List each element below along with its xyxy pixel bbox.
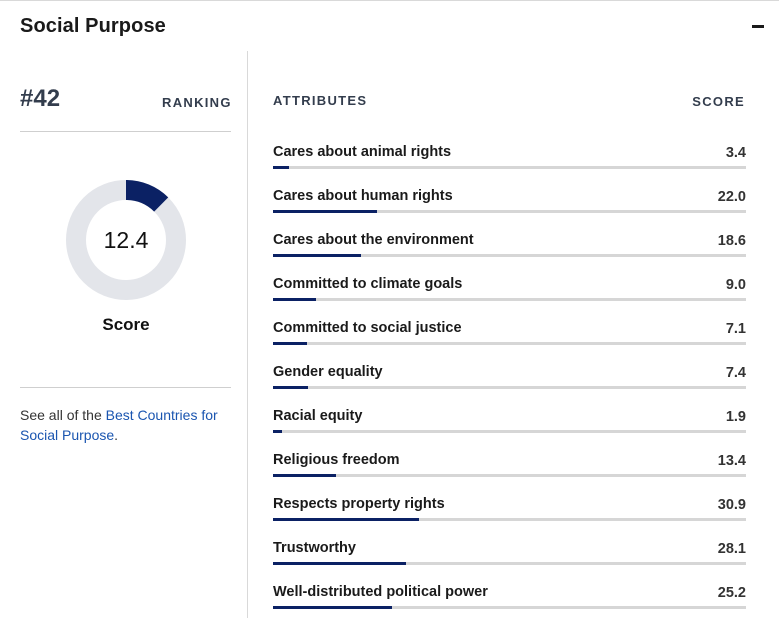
score-bar-fill: [273, 298, 316, 301]
attribute-list: Cares about animal rights 3.4 Cares about …: [273, 142, 746, 626]
score-bar-fill: [273, 562, 406, 565]
attribute-score: 22.0: [717, 189, 746, 205]
attribute-row: Trustworthy 28.1: [273, 538, 746, 582]
attribute-score: 7.4: [725, 365, 746, 381]
score-bar-track: [273, 386, 746, 389]
attribute-label: Well-distributed political power: [273, 584, 488, 600]
attribute-score: 7.1: [725, 321, 746, 337]
collapse-button[interactable]: [752, 24, 766, 28]
attribute-row: Cares about human rights 22.0: [273, 186, 746, 230]
see-all-suffix: .: [114, 427, 119, 443]
attribute-row: Committed to social justice 7.1: [273, 318, 746, 362]
attribute-label: Committed to climate goals: [273, 276, 463, 292]
attribute-row: Gender equality 7.4: [273, 362, 746, 406]
attribute-score: 18.6: [717, 233, 746, 249]
attribute-row: Cares about the environment 18.6: [273, 230, 746, 274]
minus-icon: [752, 25, 764, 28]
score-bar-track: [273, 166, 746, 169]
score-bar-track: [273, 606, 746, 609]
attribute-label: Cares about the environment: [273, 232, 474, 248]
attribute-row: Cares about animal rights 3.4: [273, 142, 746, 186]
score-bar-track: [273, 518, 746, 521]
attributes-header: ATTRIBUTES: [273, 93, 368, 108]
attribute-row: Committed to climate goals 9.0: [273, 274, 746, 318]
divider: [20, 131, 231, 132]
attribute-label: Cares about human rights: [273, 188, 453, 204]
social-purpose-panel: Social Purpose #42 RANKING 12.4 Score Se…: [0, 0, 779, 618]
score-bar-track: [273, 562, 746, 565]
attribute-label: Racial equity: [273, 408, 363, 424]
score-bar-track: [273, 342, 746, 345]
score-header: SCORE: [692, 94, 745, 109]
attribute-row: Racial equity 1.9: [273, 406, 746, 450]
attribute-row: Well-distributed political power 25.2: [273, 582, 746, 626]
attribute-score: 28.1: [717, 541, 746, 557]
score-bar-track: [273, 210, 746, 213]
score-bar-fill: [273, 254, 361, 257]
attribute-score: 3.4: [725, 145, 746, 161]
score-bar-track: [273, 430, 746, 433]
see-all-prefix: See all of the: [20, 407, 106, 423]
score-bar-fill: [273, 518, 420, 521]
score-bar-fill: [273, 474, 337, 477]
attribute-label: Committed to social justice: [273, 320, 462, 336]
attribute-score: 9.0: [725, 277, 746, 293]
ranking-label: RANKING: [162, 95, 232, 110]
attribute-score: 30.9: [717, 497, 746, 513]
score-bar-track: [273, 474, 746, 477]
score-bar-fill: [273, 430, 282, 433]
score-value: 12.4: [103, 227, 149, 253]
attribute-row: Respects property rights 30.9: [273, 494, 746, 538]
score-caption: Score: [102, 315, 150, 334]
attribute-row: Religious freedom 13.4: [273, 450, 746, 494]
divider: [20, 387, 231, 388]
attribute-label: Gender equality: [273, 364, 383, 380]
score-bar-fill: [273, 210, 378, 213]
section-title: Social Purpose: [20, 15, 166, 37]
attribute-label: Religious freedom: [273, 452, 400, 468]
attribute-score: 25.2: [717, 585, 746, 601]
see-all-text: See all of the Best Countries for Social…: [20, 405, 235, 445]
score-bar-fill: [273, 166, 290, 169]
column-divider: [247, 51, 248, 618]
score-bar-track: [273, 254, 746, 257]
ranking-value: #42: [20, 85, 61, 112]
score-bar-fill: [273, 386, 308, 389]
attribute-label: Respects property rights: [273, 496, 445, 512]
score-bar-fill: [273, 342, 307, 345]
panel-header[interactable]: Social Purpose: [0, 1, 779, 51]
attribute-label: Cares about animal rights: [273, 144, 452, 160]
score-bar-track: [273, 298, 746, 301]
score-bar-fill: [273, 606, 393, 609]
attribute-score: 13.4: [717, 453, 746, 469]
attribute-label: Trustworthy: [273, 540, 356, 556]
attribute-score: 1.9: [725, 409, 746, 425]
